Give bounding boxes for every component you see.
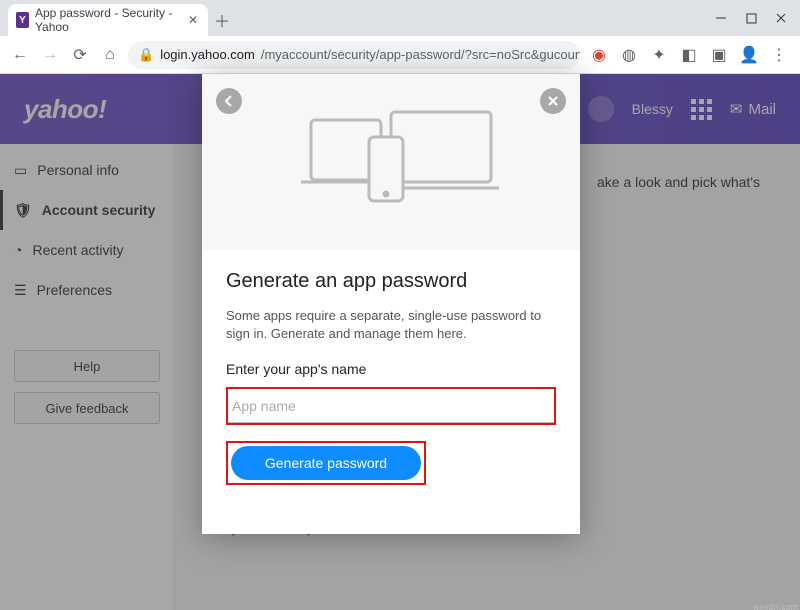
forward-button[interactable]: → xyxy=(38,43,62,67)
extension-icon[interactable]: ◍ xyxy=(620,46,638,64)
generate-password-button[interactable]: Generate password xyxy=(231,446,421,480)
modal-back-button[interactable] xyxy=(216,88,242,114)
browser-tab[interactable]: Y App password - Security - Yahoo ✕ xyxy=(8,4,208,36)
tab-favicon: Y xyxy=(16,12,29,28)
close-window-button[interactable] xyxy=(766,3,796,33)
devices-illustration xyxy=(281,102,501,222)
app-password-modal: Generate an app password Some apps requi… xyxy=(202,74,580,534)
url-host: login.yahoo.com xyxy=(160,47,255,62)
reload-button[interactable]: ⟳ xyxy=(68,43,92,67)
new-tab-button[interactable]: ＋ xyxy=(208,6,236,34)
page: yahoo! Blessy ✉ Mail ▭ Personal info 🛡 A… xyxy=(0,74,800,610)
home-button[interactable]: ⌂ xyxy=(98,43,122,67)
profile-avatar[interactable]: 👤 xyxy=(740,46,758,64)
watermark: wssdn.com xyxy=(753,602,798,610)
maximize-button[interactable] xyxy=(736,3,766,33)
toolbar: ← → ⟳ ⌂ 🔒 login.yahoo.com/myaccount/secu… xyxy=(0,36,800,74)
highlight-input xyxy=(226,387,556,425)
modal-desc: Some apps require a separate, single-use… xyxy=(226,307,556,343)
modal-title: Generate an app password xyxy=(226,270,556,293)
tab-title: App password - Security - Yahoo xyxy=(35,6,176,34)
close-icon xyxy=(547,95,559,107)
extension-icon[interactable]: ◉ xyxy=(590,46,608,64)
extensions-menu-icon[interactable]: ✦ xyxy=(650,46,668,64)
close-icon[interactable]: ✕ xyxy=(188,14,198,26)
lock-icon: 🔒 xyxy=(138,47,154,63)
back-button[interactable]: ← xyxy=(8,43,32,67)
minimize-button[interactable] xyxy=(706,3,736,33)
field-label: Enter your app's name xyxy=(226,361,556,377)
modal-illustration xyxy=(202,74,580,250)
extension-icon[interactable]: ▣ xyxy=(710,46,728,64)
window-controls xyxy=(706,0,796,36)
extension-icon[interactable]: ◧ xyxy=(680,46,698,64)
highlight-button: Generate password xyxy=(226,441,426,485)
menu-icon[interactable]: ⋮ xyxy=(770,46,788,64)
address-bar[interactable]: 🔒 login.yahoo.com/myaccount/security/app… xyxy=(128,41,580,69)
app-name-input[interactable] xyxy=(228,389,554,423)
chevron-left-icon xyxy=(223,95,235,107)
modal-body: Generate an app password Some apps requi… xyxy=(202,250,580,505)
extensions: ◉ ◍ ✦ ◧ ▣ 👤 ⋮ xyxy=(586,46,792,64)
url-path: /myaccount/security/app-password/?src=no… xyxy=(261,47,580,62)
window-titlebar: Y App password - Security - Yahoo ✕ ＋ xyxy=(0,0,800,36)
modal-close-button[interactable] xyxy=(540,88,566,114)
